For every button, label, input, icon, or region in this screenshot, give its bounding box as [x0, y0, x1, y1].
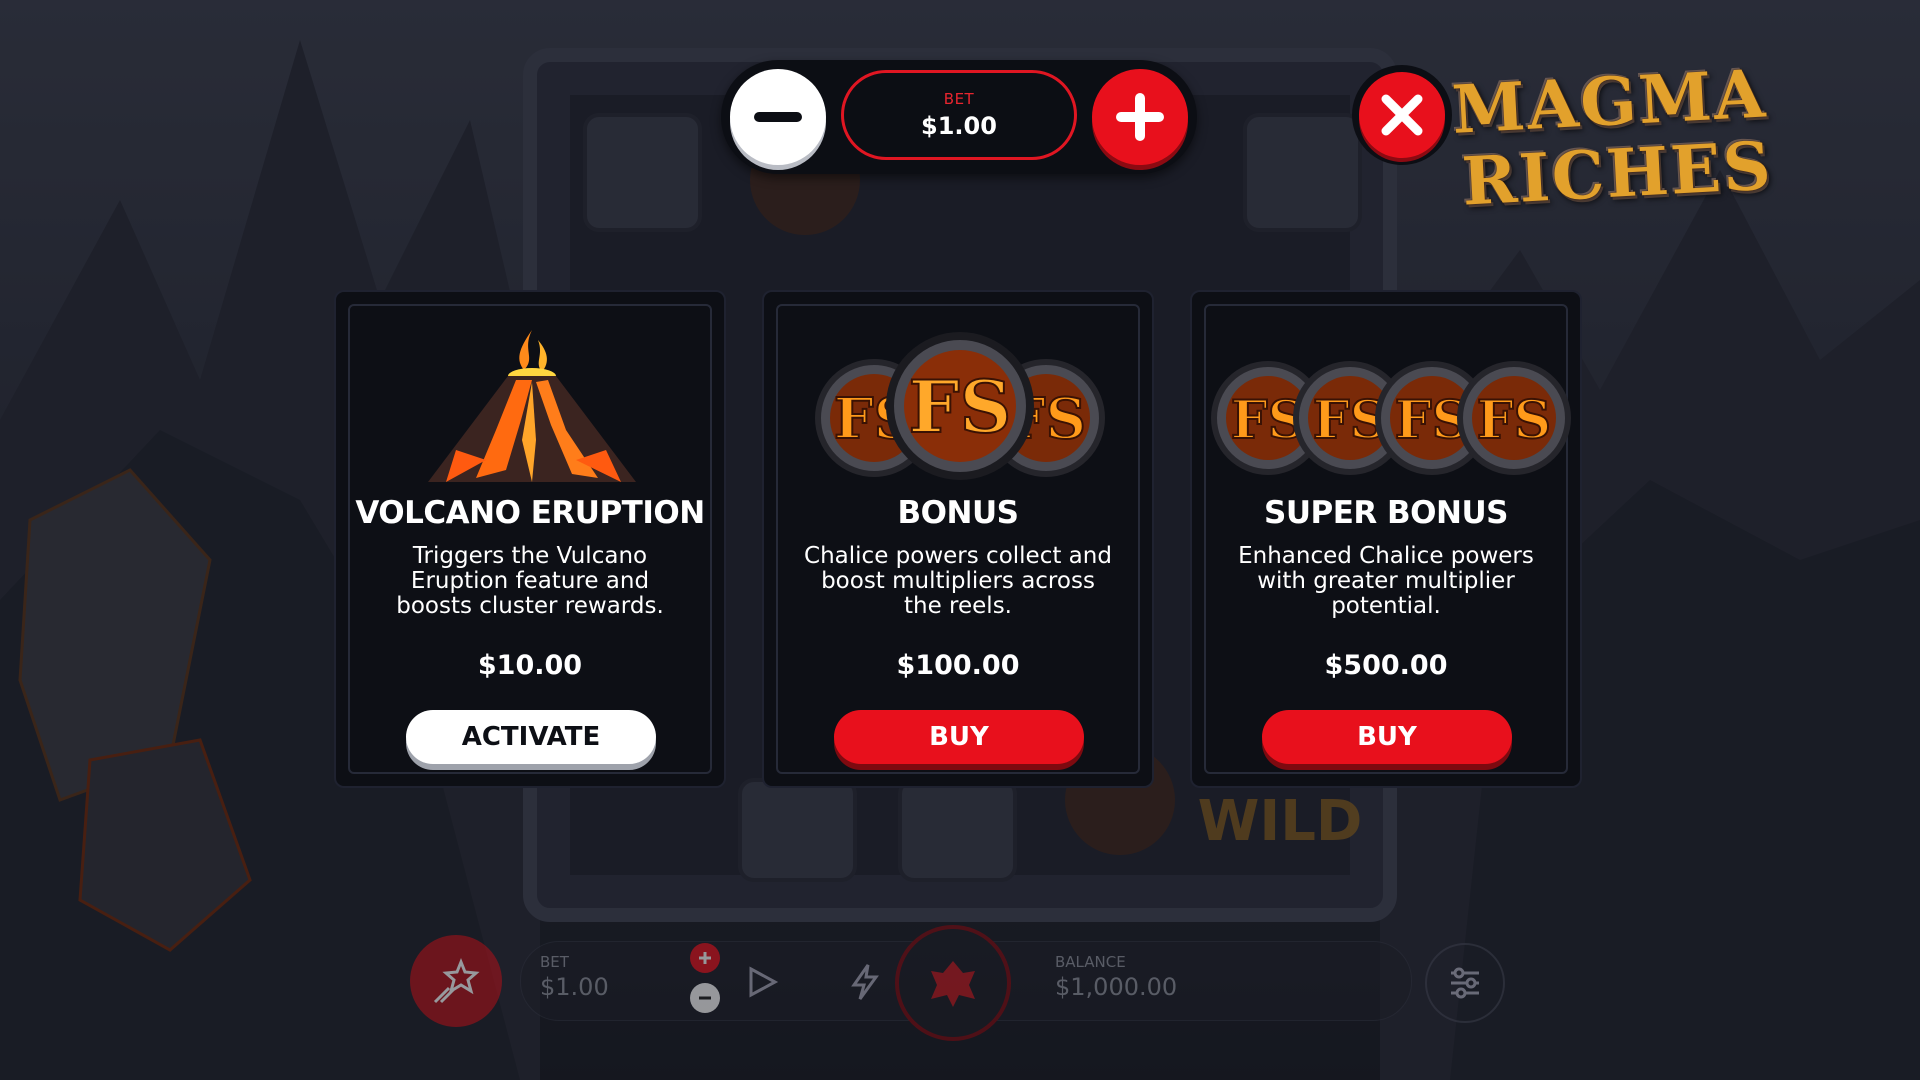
- minus-icon: [699, 996, 711, 1000]
- buy-bonus-button[interactable]: BUY: [834, 710, 1084, 764]
- settings-button[interactable]: [1425, 943, 1505, 1023]
- coin-label: FS: [1477, 390, 1551, 451]
- autoplay-icon: [749, 966, 779, 998]
- bottom-increase-bet-button[interactable]: [690, 943, 720, 973]
- game-logo: MAGMA RICHES: [1450, 54, 1792, 265]
- card-title: VOLCANO ERUPTION: [355, 495, 705, 531]
- plus-icon: [1116, 93, 1164, 141]
- volcano-icon: [428, 330, 636, 482]
- bet-selector: BET $1.00: [721, 60, 1197, 174]
- card-price: $10.00: [477, 650, 583, 681]
- card-description: Enhanced Chalice powers with greater mul…: [1238, 543, 1534, 619]
- buy-super-bonus-button[interactable]: BUY: [1262, 710, 1512, 764]
- bet-value: $1.00: [921, 112, 997, 140]
- fs-coins-icon: FS FS FS FS: [1211, 361, 1571, 475]
- decrease-bet-button[interactable]: [730, 69, 826, 165]
- activate-button[interactable]: ACTIVATE: [406, 710, 656, 764]
- spin-emblem-icon: [931, 961, 975, 1007]
- feature-card-volcano: VOLCANO ERUPTION Triggers the Vulcano Er…: [334, 290, 726, 788]
- increase-bet-button[interactable]: [1092, 69, 1188, 165]
- bet-amount-display: BET $1.00: [841, 70, 1077, 160]
- coin-label: FS: [908, 364, 1011, 449]
- autoplay-button[interactable]: [745, 965, 779, 1003]
- logo-line2: RICHES: [1460, 126, 1775, 221]
- quick-spin-button[interactable]: [850, 963, 880, 1005]
- card-title: SUPER BONUS: [1264, 495, 1508, 531]
- spin-button[interactable]: [895, 925, 1011, 1041]
- minus-icon: [754, 112, 802, 122]
- bottom-bet-label: BET: [540, 953, 569, 971]
- close-icon: [1381, 94, 1423, 136]
- bet-label: BET: [943, 90, 975, 108]
- card-description: Triggers the Vulcano Eruption feature an…: [396, 543, 664, 619]
- card-description: Chalice powers collect and boost multipl…: [804, 543, 1112, 619]
- fs-coins-icon: FS FS FS: [815, 332, 1105, 480]
- bottom-bet-value: $1.00: [540, 973, 609, 1001]
- feature-card-super-bonus: FS FS FS FS SUPER BONUS Enhanced Chalice…: [1190, 290, 1582, 788]
- settings-sliders-icon: [1451, 967, 1479, 999]
- feature-card-bonus: FS FS FS BONUS Chalice powers collect an…: [762, 290, 1154, 788]
- card-title: BONUS: [897, 495, 1019, 531]
- bottom-decrease-bet-button[interactable]: [690, 983, 720, 1013]
- close-button[interactable]: [1352, 65, 1452, 165]
- balance-value: $1,000.00: [1055, 973, 1178, 1001]
- shooting-star-icon: [433, 957, 480, 1004]
- card-price: $100.00: [896, 650, 1020, 681]
- balance-label: BALANCE: [1055, 953, 1126, 971]
- card-price: $500.00: [1324, 650, 1448, 681]
- bottom-control-bar: BET $1.00 BALANCE $1,000.00: [410, 925, 1510, 1041]
- plus-icon: [699, 952, 711, 964]
- lightning-icon: [851, 964, 879, 1000]
- turbo-button[interactable]: [410, 935, 502, 1027]
